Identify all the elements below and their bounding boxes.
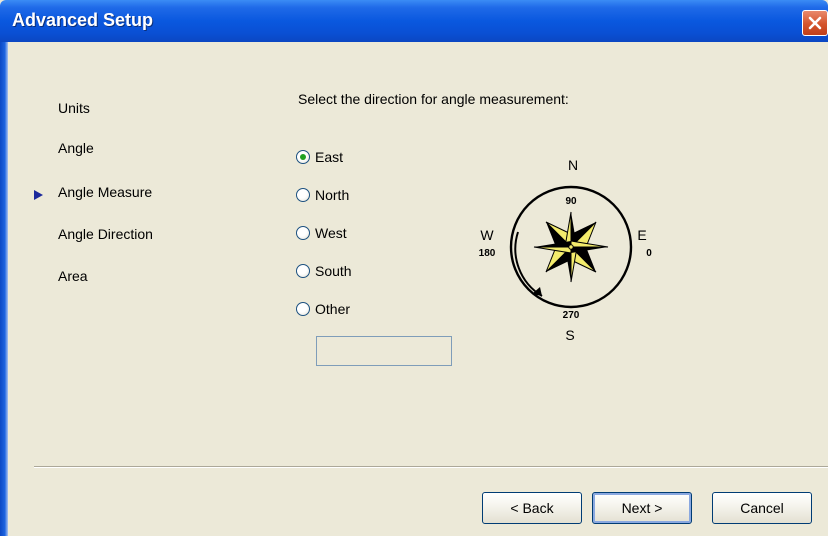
advanced-setup-dialog: Advanced Setup Units Angle Angle Measure… <box>0 0 828 536</box>
title-bar[interactable]: Advanced Setup <box>0 0 828 42</box>
cancel-button[interactable]: Cancel <box>712 492 812 524</box>
compass-degree-west: 180 <box>479 248 496 259</box>
radio-button-south[interactable] <box>296 264 310 278</box>
direction-prompt: Select the direction for angle measureme… <box>298 91 569 107</box>
other-angle-input[interactable] <box>316 336 452 366</box>
radio-label-east: East <box>315 149 344 165</box>
compass-degree-south: 270 <box>563 310 580 321</box>
step-angle-direction: Angle Direction <box>58 226 153 242</box>
next-button[interactable]: Next > <box>592 492 692 524</box>
radio-label-north: North <box>315 187 350 203</box>
radio-label-other: Other <box>315 301 351 317</box>
compass-star-icon <box>533 211 609 283</box>
compass-label-west: W <box>480 227 494 243</box>
dialog-body: Units Angle Angle Measure Angle Directio… <box>8 42 828 536</box>
button-separator <box>34 466 828 468</box>
close-button[interactable] <box>802 10 828 36</box>
compass-label-north: N <box>568 157 578 173</box>
compass-degree-north: 90 <box>565 196 577 207</box>
radio-selected-dot-icon <box>300 154 306 160</box>
step-angle: Angle <box>58 140 94 156</box>
radio-label-south: South <box>315 263 352 279</box>
close-icon <box>808 16 822 30</box>
compass-diagram: N S E W 90 0 180 270 <box>479 157 653 343</box>
compass-degree-east: 0 <box>646 248 652 259</box>
current-step-arrow-icon <box>34 190 43 200</box>
radio-button-east[interactable] <box>296 150 310 164</box>
step-angle-measure: Angle Measure <box>58 184 153 200</box>
window-frame-left <box>0 42 8 536</box>
radio-button-other[interactable] <box>296 302 310 316</box>
compass-label-east: E <box>637 227 646 243</box>
window-title: Advanced Setup <box>12 10 154 30</box>
compass-label-south: S <box>565 327 574 343</box>
step-units: Units <box>58 100 90 116</box>
radio-button-west[interactable] <box>296 226 310 240</box>
step-area: Area <box>58 268 88 284</box>
back-button[interactable]: < Back <box>482 492 582 524</box>
rotation-arc <box>514 231 543 297</box>
radio-button-north[interactable] <box>296 188 310 202</box>
radio-label-west: West <box>315 225 347 241</box>
